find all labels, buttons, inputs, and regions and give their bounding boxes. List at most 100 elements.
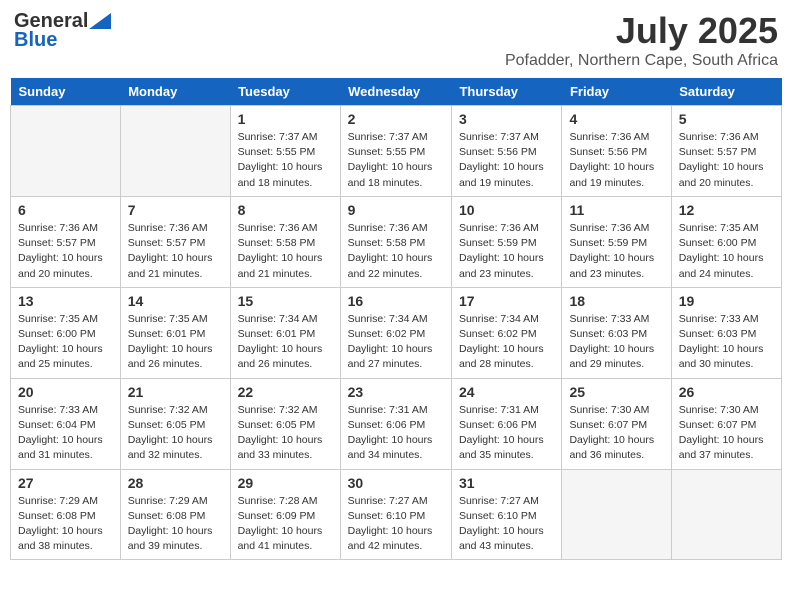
calendar-day: 22Sunrise: 7:32 AMSunset: 6:05 PMDayligh… — [230, 378, 340, 469]
calendar-table: SundayMondayTuesdayWednesdayThursdayFrid… — [10, 78, 782, 560]
day-info: Sunrise: 7:32 AMSunset: 6:05 PMDaylight:… — [238, 403, 333, 464]
day-number: 11 — [569, 202, 663, 218]
day-info: Sunrise: 7:33 AMSunset: 6:03 PMDaylight:… — [679, 312, 774, 373]
calendar-day: 15 Sunrise: 7:34 AMSunset: 6:01 PMDayligh… — [230, 287, 340, 378]
day-info: Sunrise: 7:33 AMSunset: 6:04 PMDaylight:… — [18, 403, 113, 464]
calendar-day: 21 Sunrise: 7:32 AMSunset: 6:05 PMDayligh… — [120, 378, 230, 469]
day-info: Sunrise: 7:36 AMSunset: 5:58 PMDaylight:… — [238, 221, 333, 282]
calendar-week-row: 13 Sunrise: 7:35 AMSunset: 6:00 PMDayligh… — [11, 287, 782, 378]
day-info: Sunrise: 7:36 AMSunset: 5:57 PMDaylight:… — [128, 221, 223, 282]
day-number: 1 — [238, 111, 333, 127]
calendar-day: 7 Sunrise: 7:36 AMSunset: 5:57 PMDaylight… — [120, 196, 230, 287]
calendar-day — [11, 106, 121, 197]
day-number: 13 — [18, 293, 113, 309]
calendar-week-row: 20 Sunrise: 7:33 AMSunset: 6:04 PMDayligh… — [11, 378, 782, 469]
logo: General Blue — [14, 10, 111, 52]
day-number: 27 — [18, 475, 113, 491]
calendar-week-row: 1 Sunrise: 7:37 AMSunset: 5:55 PMDaylight… — [11, 106, 782, 197]
day-number: 26 — [679, 384, 774, 400]
calendar-week-row: 27 Sunrise: 7:29 AMSunset: 6:08 PMDayligh… — [11, 469, 782, 560]
header-day: Wednesday — [340, 78, 451, 106]
header-day: Thursday — [451, 78, 561, 106]
day-number: 31 — [459, 475, 554, 491]
day-info: Sunrise: 7:36 AMSunset: 5:59 PMDaylight:… — [569, 221, 663, 282]
calendar-day: 20 Sunrise: 7:33 AMSunset: 6:04 PMDayligh… — [11, 378, 121, 469]
calendar-day: 19 Sunrise: 7:33 AMSunset: 6:03 PMDayligh… — [671, 287, 781, 378]
calendar-day: 4 Sunrise: 7:36 AMSunset: 5:56 PMDaylight… — [562, 106, 671, 197]
day-info: Sunrise: 7:37 AMSunset: 5:56 PMDaylight:… — [459, 130, 554, 191]
logo-blue: Blue — [14, 29, 57, 52]
day-number: 12 — [679, 202, 774, 218]
day-number: 2 — [348, 111, 444, 127]
day-number: 15 — [238, 293, 333, 309]
day-number: 24 — [459, 384, 554, 400]
logo-icon — [89, 13, 111, 29]
day-number: 20 — [18, 384, 113, 400]
calendar-day — [671, 469, 781, 560]
calendar-day: 29Sunrise: 7:28 AMSunset: 6:09 PMDayligh… — [230, 469, 340, 560]
calendar-week-row: 6 Sunrise: 7:36 AMSunset: 5:57 PMDaylight… — [11, 196, 782, 287]
day-info: Sunrise: 7:36 AMSunset: 5:56 PMDaylight:… — [569, 130, 663, 191]
calendar-day: 24 Sunrise: 7:31 AMSunset: 6:06 PMDayligh… — [451, 378, 561, 469]
calendar-day: 8Sunrise: 7:36 AMSunset: 5:58 PMDaylight… — [230, 196, 340, 287]
month-year: July 2025 — [505, 10, 778, 52]
header-day: Monday — [120, 78, 230, 106]
title-section: July 2025 Pofadder, Northern Cape, South… — [505, 10, 778, 70]
day-info: Sunrise: 7:35 AMSunset: 6:00 PMDaylight:… — [18, 312, 113, 373]
calendar-day: 17Sunrise: 7:34 AMSunset: 6:02 PMDayligh… — [451, 287, 561, 378]
calendar-day: 1 Sunrise: 7:37 AMSunset: 5:55 PMDaylight… — [230, 106, 340, 197]
day-number: 18 — [569, 293, 663, 309]
calendar-day: 16Sunrise: 7:34 AMSunset: 6:02 PMDayligh… — [340, 287, 451, 378]
day-info: Sunrise: 7:31 AMSunset: 6:06 PMDaylight:… — [348, 403, 444, 464]
calendar-day — [120, 106, 230, 197]
header-day: Friday — [562, 78, 671, 106]
day-info: Sunrise: 7:27 AMSunset: 6:10 PMDaylight:… — [348, 494, 444, 555]
day-number: 10 — [459, 202, 554, 218]
page-header: General Blue July 2025 Pofadder, Norther… — [10, 10, 782, 70]
day-info: Sunrise: 7:36 AMSunset: 5:57 PMDaylight:… — [679, 130, 774, 191]
calendar-day: 3 Sunrise: 7:37 AMSunset: 5:56 PMDaylight… — [451, 106, 561, 197]
day-info: Sunrise: 7:33 AMSunset: 6:03 PMDaylight:… — [569, 312, 663, 373]
day-info: Sunrise: 7:34 AMSunset: 6:01 PMDaylight:… — [238, 312, 333, 373]
day-number: 28 — [128, 475, 223, 491]
day-number: 30 — [348, 475, 444, 491]
day-info: Sunrise: 7:35 AMSunset: 6:00 PMDaylight:… — [679, 221, 774, 282]
header-day: Saturday — [671, 78, 781, 106]
calendar-day: 27Sunrise: 7:29 AMSunset: 6:08 PMDayligh… — [11, 469, 121, 560]
calendar-day: 31Sunrise: 7:27 AMSunset: 6:10 PMDayligh… — [451, 469, 561, 560]
calendar-day: 13 Sunrise: 7:35 AMSunset: 6:00 PMDayligh… — [11, 287, 121, 378]
day-info: Sunrise: 7:31 AMSunset: 6:06 PMDaylight:… — [459, 403, 554, 464]
day-info: Sunrise: 7:36 AMSunset: 5:57 PMDaylight:… — [18, 221, 113, 282]
day-number: 9 — [348, 202, 444, 218]
day-info: Sunrise: 7:30 AMSunset: 6:07 PMDaylight:… — [679, 403, 774, 464]
day-info: Sunrise: 7:35 AMSunset: 6:01 PMDaylight:… — [128, 312, 223, 373]
calendar-day: 30 Sunrise: 7:27 AMSunset: 6:10 PMDayligh… — [340, 469, 451, 560]
day-info: Sunrise: 7:29 AMSunset: 6:08 PMDaylight:… — [128, 494, 223, 555]
calendar-day: 12 Sunrise: 7:35 AMSunset: 6:00 PMDayligh… — [671, 196, 781, 287]
day-number: 7 — [128, 202, 223, 218]
day-number: 25 — [569, 384, 663, 400]
day-number: 6 — [18, 202, 113, 218]
day-info: Sunrise: 7:34 AMSunset: 6:02 PMDaylight:… — [459, 312, 554, 373]
day-info: Sunrise: 7:32 AMSunset: 6:05 PMDaylight:… — [128, 403, 223, 464]
day-info: Sunrise: 7:37 AMSunset: 5:55 PMDaylight:… — [238, 130, 333, 191]
calendar-day: 26 Sunrise: 7:30 AMSunset: 6:07 PMDayligh… — [671, 378, 781, 469]
day-number: 3 — [459, 111, 554, 127]
day-info: Sunrise: 7:36 AMSunset: 5:59 PMDaylight:… — [459, 221, 554, 282]
calendar-day: 28 Sunrise: 7:29 AMSunset: 6:08 PMDayligh… — [120, 469, 230, 560]
day-number: 29 — [238, 475, 333, 491]
day-number: 5 — [679, 111, 774, 127]
calendar-day: 6 Sunrise: 7:36 AMSunset: 5:57 PMDaylight… — [11, 196, 121, 287]
day-number: 4 — [569, 111, 663, 127]
calendar-day — [562, 469, 671, 560]
day-number: 19 — [679, 293, 774, 309]
calendar-day: 25Sunrise: 7:30 AMSunset: 6:07 PMDayligh… — [562, 378, 671, 469]
calendar-day: 10 Sunrise: 7:36 AMSunset: 5:59 PMDayligh… — [451, 196, 561, 287]
day-number: 21 — [128, 384, 223, 400]
day-info: Sunrise: 7:34 AMSunset: 6:02 PMDaylight:… — [348, 312, 444, 373]
header-row: SundayMondayTuesdayWednesdayThursdayFrid… — [11, 78, 782, 106]
calendar-day: 5 Sunrise: 7:36 AMSunset: 5:57 PMDaylight… — [671, 106, 781, 197]
day-number: 14 — [128, 293, 223, 309]
calendar-day: 11 Sunrise: 7:36 AMSunset: 5:59 PMDayligh… — [562, 196, 671, 287]
calendar-day: 2Sunrise: 7:37 AMSunset: 5:55 PMDaylight… — [340, 106, 451, 197]
